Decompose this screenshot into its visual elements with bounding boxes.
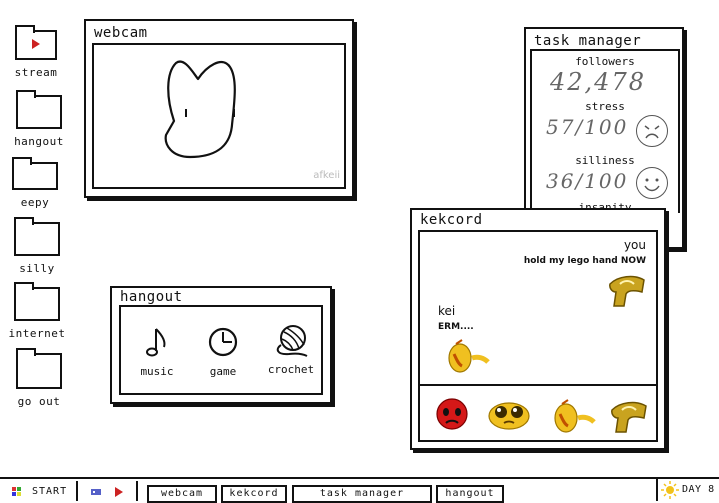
app-label: crochet	[267, 363, 315, 376]
sun-icon	[661, 481, 679, 499]
app-label: music	[140, 365, 174, 378]
lego-hand-emoji-icon[interactable]	[606, 396, 650, 436]
webcam-watermark: afkeii	[313, 170, 340, 181]
clock-icon	[208, 327, 238, 357]
start-button[interactable]: START	[0, 481, 78, 501]
app-crochet[interactable]: crochet	[263, 323, 319, 376]
chat-panel: you hold my lego hand NOW kei ERM....	[418, 230, 658, 442]
folder-icon	[16, 90, 62, 129]
taskbar-button-webcam[interactable]: webcam	[147, 485, 217, 503]
folder-icon	[14, 217, 60, 256]
desktop-icon-go-out[interactable]: go out	[4, 348, 74, 408]
app-label: game	[209, 365, 237, 378]
play-icon[interactable]	[114, 486, 124, 498]
app-game[interactable]: game	[199, 325, 247, 378]
message-sender: you	[623, 238, 646, 252]
silly-face-icon	[636, 167, 668, 199]
folder-icon	[15, 25, 57, 60]
desktop-icon-label: hangout	[14, 135, 64, 148]
day-label: DAY 8	[682, 484, 715, 495]
desktop-icon-eepy[interactable]: eepy	[0, 157, 70, 209]
game-controller-icon[interactable]	[90, 486, 102, 498]
taskbar-button-hangout[interactable]: hangout	[436, 485, 504, 503]
music-note-icon	[146, 328, 166, 357]
folder-icon	[16, 348, 62, 389]
desktop-icon-label: eepy	[20, 196, 50, 209]
webcam-feed: afkeii	[92, 43, 346, 189]
saluting-emoji-icon[interactable]	[548, 396, 598, 436]
desktop-icon-hangout[interactable]: hangout	[4, 90, 74, 148]
window-title: webcam	[94, 25, 148, 41]
taskbar: START webcam kekcord task manager hangou…	[0, 477, 719, 503]
desktop-icon-internet[interactable]: internet	[2, 282, 72, 340]
desktop-icon-stream[interactable]: stream	[1, 25, 71, 79]
stressed-face-icon	[636, 115, 668, 147]
windows-logo-icon	[12, 487, 21, 496]
app-music[interactable]: music	[133, 325, 181, 378]
taskbar-button-task-manager[interactable]: task manager	[292, 485, 432, 503]
day-indicator: DAY 8	[656, 479, 719, 501]
hangout-window[interactable]: hangout music game crochet	[110, 286, 332, 404]
task-manager-panel: followers 42,478 stress 57/100 silliness…	[530, 49, 680, 213]
window-title: kekcord	[420, 212, 483, 228]
stat-value-followers: 42,478	[550, 68, 646, 96]
lego-hand-emoji-icon	[609, 275, 645, 307]
yarn-ball-icon	[276, 325, 308, 357]
desktop-icon-label: stream	[14, 66, 58, 79]
pleading-emoji-icon[interactable]	[486, 398, 532, 434]
window-title: hangout	[120, 289, 183, 305]
cat-avatar-icon	[164, 60, 236, 159]
chat-divider	[420, 384, 656, 386]
angry-emoji-icon[interactable]	[434, 396, 470, 432]
desktop-icon-label: go out	[17, 395, 61, 408]
desktop-icon-label: silly	[19, 262, 55, 275]
start-label: START	[32, 486, 68, 497]
hangout-app-panel: music game crochet	[119, 305, 323, 395]
window-title: task manager	[534, 33, 642, 49]
taskbar-button-kekcord[interactable]: kekcord	[221, 485, 287, 503]
play-icon	[32, 39, 40, 49]
webcam-window[interactable]: webcam afkeii	[84, 19, 354, 198]
kekcord-window[interactable]: kekcord you hold my lego hand NOW kei ER…	[410, 208, 666, 450]
stat-label-silliness: silliness	[575, 154, 635, 167]
stat-value-stress: 57/100	[546, 115, 629, 139]
quick-launch	[80, 481, 138, 501]
message-sender: kei	[438, 304, 456, 318]
desktop-icon-label: internet	[8, 327, 66, 340]
message-text: ERM....	[438, 322, 474, 332]
folder-icon	[14, 282, 60, 321]
folder-icon	[12, 157, 58, 190]
stat-value-silliness: 36/100	[546, 169, 629, 193]
desktop-icon-silly[interactable]: silly	[2, 217, 72, 275]
stat-label-stress: stress	[585, 100, 625, 113]
message-text: hold my lego hand NOW	[523, 256, 646, 266]
stat-label-followers: followers	[575, 55, 635, 68]
saluting-emoji-icon	[448, 339, 490, 373]
